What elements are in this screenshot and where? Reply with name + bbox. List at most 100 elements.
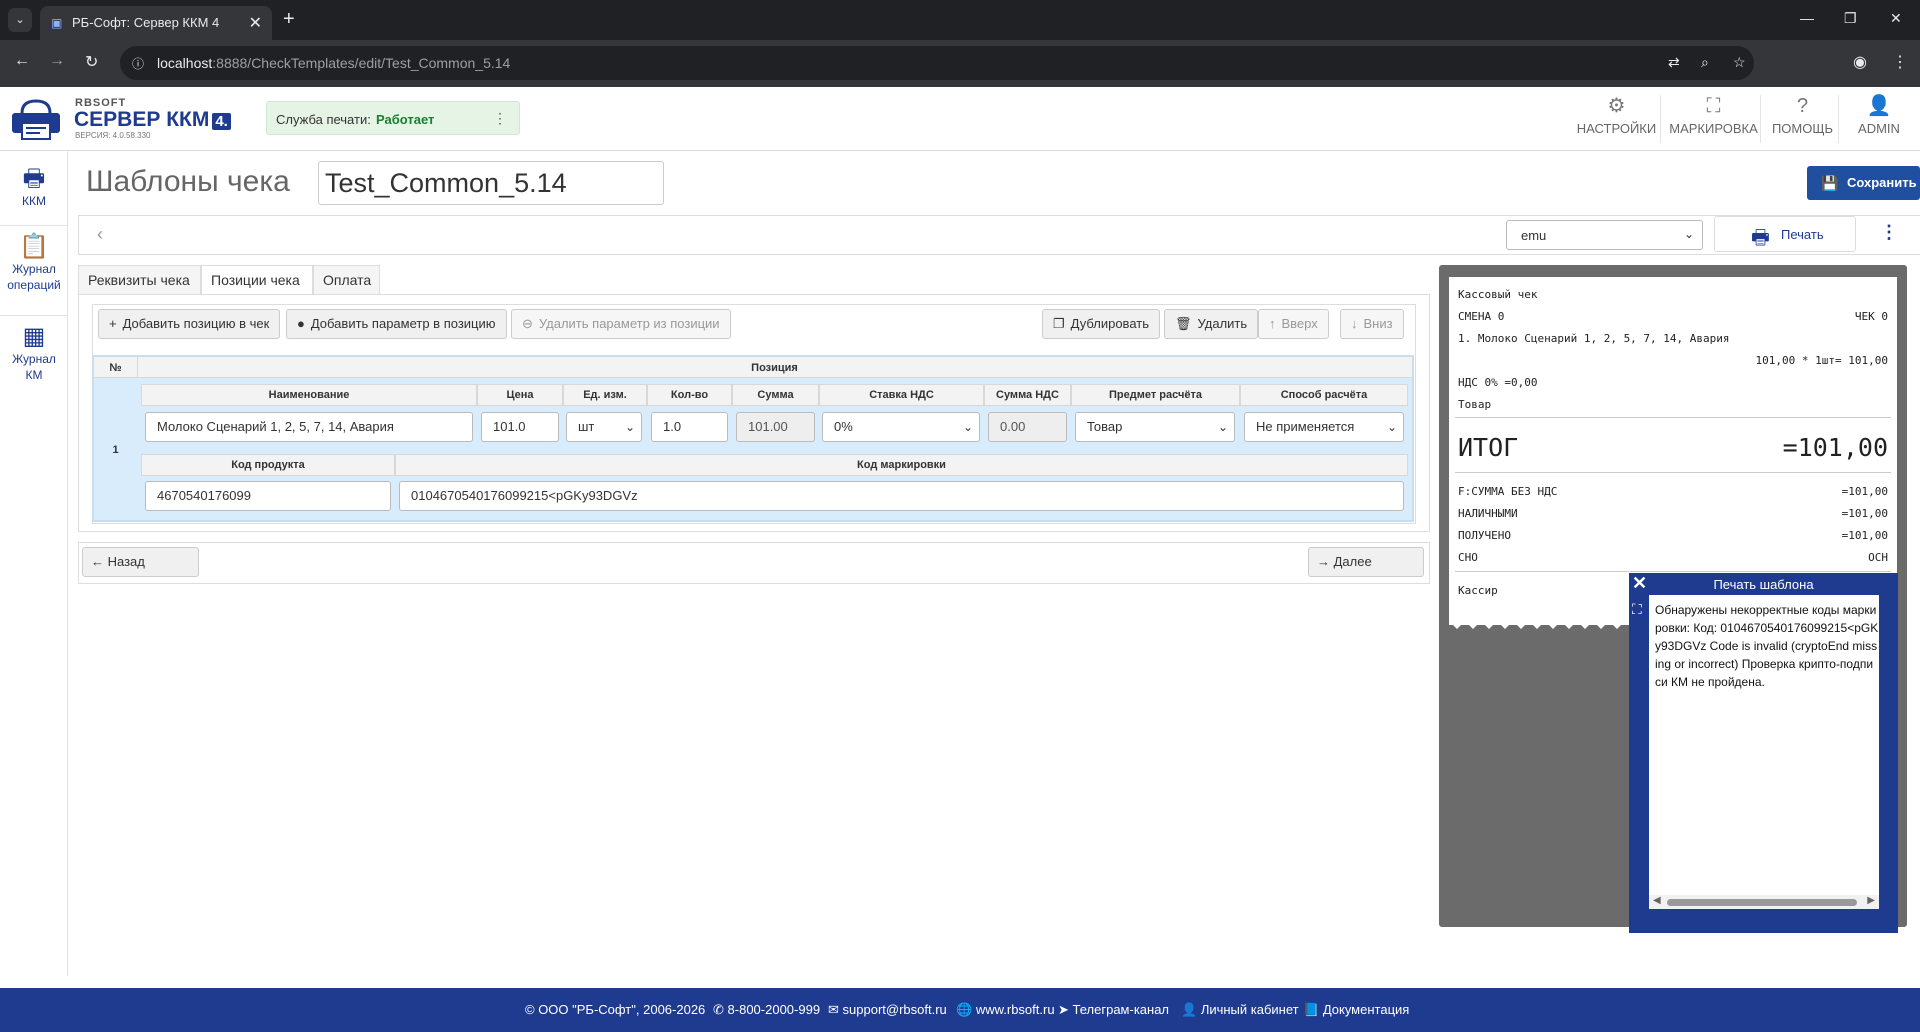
sum-field: 101.00 — [736, 412, 815, 442]
qr-code-icon: ▦ — [22, 323, 46, 350]
footer-copyright: © ООО "РБ-Софт", 2006-2026 — [525, 1002, 706, 1017]
receipt-total-value: =101,00 — [1782, 433, 1888, 462]
print-service-menu-icon[interactable]: ⋮ — [493, 110, 507, 127]
site-info-icon[interactable]: ⓘ — [132, 55, 144, 72]
receipt-item: 1. Молоко Сценарий 1, 2, 5, 7, 14, Авари… — [1458, 332, 1730, 345]
tab-close-icon[interactable]: ✕ — [249, 13, 262, 33]
back-button[interactable]: ← Назад — [82, 547, 199, 577]
tab-payment[interactable]: Оплата — [313, 265, 380, 294]
receipt-item-calc: 101,00 * 1шт= 101,00 — [1755, 354, 1888, 367]
new-tab-icon[interactable]: + — [283, 8, 295, 31]
col-header-sum: Сумма — [732, 384, 819, 406]
more-menu-icon[interactable]: ⋮ — [1880, 222, 1898, 243]
receipt-line-label: F:СУММА БЕЗ НДС — [1458, 485, 1558, 498]
qty-field[interactable]: 1.0 — [651, 412, 728, 442]
footer-docs[interactable]: 📘 Документация — [1303, 1002, 1409, 1018]
arrow-right-icon: → — [1317, 554, 1330, 569]
duplicate-button[interactable]: ❐ Дублировать — [1042, 309, 1160, 339]
footer-phone[interactable]: ✆ 8-800-2000-999 — [713, 1002, 820, 1018]
app-header: RBSOFT СЕРВЕР ККМ 4. ВЕРСИЯ: 4.0.58.330 С… — [0, 87, 1920, 151]
tab-positions[interactable]: Позиции чека — [201, 265, 313, 294]
help-icon: ? — [1796, 95, 1809, 117]
chevron-left-icon[interactable]: ‹ — [97, 224, 103, 245]
col-header-marking-code: Код маркировки — [395, 454, 1408, 476]
receipt-title: Кассовый чек — [1458, 288, 1538, 301]
restore-icon[interactable]: ❐ — [1844, 10, 1857, 27]
move-down-button[interactable]: ↓ Вниз — [1340, 309, 1404, 339]
nav-settings[interactable]: ⚙ НАСТРОЙКИ — [1573, 95, 1661, 143]
zoom-icon[interactable]: ⌕ — [1701, 54, 1709, 71]
col-header-subject: Предмет расчёта — [1071, 384, 1240, 406]
nav-marking[interactable]: ⛶ МАРКИРОВКА — [1667, 95, 1761, 143]
remove-param-button[interactable]: ⊖ Удалить параметр из позиции — [511, 309, 731, 339]
chevron-down-icon: ⌄ — [624, 420, 635, 434]
bookmark-star-icon[interactable]: ☆ — [1733, 54, 1746, 71]
col-header-product-code: Код продукта — [141, 454, 395, 476]
marking-code-field[interactable]: 0104670540176099215<pGKy93DGVz — [399, 481, 1404, 511]
browser-menu-icon[interactable]: ⋮ — [1892, 52, 1908, 72]
product-code-field[interactable]: 4670540176099 — [145, 481, 391, 511]
receipt-divider — [1455, 417, 1891, 418]
sidebar-divider — [0, 315, 68, 316]
browser-tab[interactable]: ▣ РБ-Софт: Сервер ККМ 4 ✕ — [40, 6, 272, 40]
name-field[interactable]: Молоко Сценарий 1, 2, 5, 7, 14, Авария — [145, 412, 473, 442]
sidebar: 🖶 ККМ 📋 Журнал операций ▦ Журнал КМ — [0, 151, 68, 976]
window-close-icon[interactable]: ✕ — [1890, 10, 1902, 27]
minus-circle-icon: ⊖ — [522, 316, 533, 331]
reload-icon[interactable]: ↻ — [85, 52, 98, 72]
horizontal-scrollbar[interactable]: ◀ ▶ — [1649, 895, 1879, 909]
template-name-input[interactable] — [318, 161, 664, 205]
translate-icon[interactable]: ⇄ — [1668, 54, 1680, 71]
chevron-down-icon: ⌄ — [962, 420, 973, 434]
chevron-down-icon: ⌄ — [1386, 420, 1397, 434]
vat-sum-field: 0.00 — [988, 412, 1067, 442]
add-param-button[interactable]: ● Добавить параметр в позицию — [286, 309, 507, 339]
back-arrow-icon[interactable]: ← — [14, 52, 30, 70]
receipt-line-value: =101,00 — [1841, 485, 1888, 498]
clipboard-icon: 📋 — [19, 233, 49, 260]
delete-button[interactable]: 🗑 Удалить — [1164, 309, 1259, 339]
receipt-cashier: Кассир — [1458, 584, 1498, 597]
brand-title: СЕРВЕР ККМ 4. — [74, 108, 231, 132]
url-bar[interactable]: ⓘ localhost:8888/CheckTemplates/edit/Tes… — [120, 46, 1754, 80]
add-position-button[interactable]: + Добавить позицию в чек — [98, 309, 281, 339]
sidebar-item-kkm[interactable]: 🖶 ККМ — [0, 165, 68, 209]
dialog-body: Обнаружены некорректные коды маркировки:… — [1649, 595, 1879, 909]
profile-icon[interactable]: ◉ — [1853, 52, 1867, 72]
scroll-right-icon[interactable]: ▶ — [1867, 895, 1875, 906]
subject-select[interactable]: Товар ⌄ — [1075, 412, 1235, 442]
footer-cabinet[interactable]: 👤 Личный кабинет — [1181, 1002, 1299, 1018]
save-button[interactable]: 💾 Сохранить — [1807, 166, 1920, 200]
price-field[interactable]: 101.0 — [481, 412, 559, 442]
vat-rate-select[interactable]: 0% ⌄ — [822, 412, 980, 442]
sidebar-item-journal[interactable]: 📋 Журнал операций — [0, 233, 68, 293]
nav-help[interactable]: ? ПОМОЩЬ — [1767, 95, 1839, 143]
unit-select[interactable]: шт ⌄ — [566, 412, 642, 442]
browser-tabbar: ⌄ ▣ РБ-Софт: Сервер ККМ 4 ✕ + — ❐ ✕ — [0, 0, 1920, 40]
telegram-icon: ➤ — [1058, 1002, 1069, 1017]
tab-search-icon[interactable]: ⌄ — [8, 8, 32, 32]
method-select[interactable]: Не применяется ⌄ — [1244, 412, 1404, 442]
print-button[interactable]: 🖶 Печать — [1714, 216, 1856, 252]
printer-select[interactable]: emu ⌄ — [1506, 220, 1703, 250]
sidebar-item-km-journal[interactable]: ▦ Журнал КМ — [0, 323, 68, 383]
arrow-down-icon: ↓ — [1351, 316, 1358, 331]
move-up-button[interactable]: ↑ Вверх — [1258, 309, 1329, 339]
footer-email[interactable]: ✉ support@rbsoft.ru — [828, 1002, 947, 1018]
grid-header-num: № — [109, 362, 122, 374]
receipt-line-label: СНО — [1458, 551, 1478, 564]
footer-site[interactable]: 🌐 www.rbsoft.ru — [956, 1002, 1055, 1018]
url-text[interactable]: localhost:8888/CheckTemplates/edit/Test_… — [157, 55, 510, 71]
scrollbar-thumb[interactable] — [1667, 899, 1857, 906]
nav-user[interactable]: 👤 ADMIN — [1844, 95, 1914, 143]
minimize-icon[interactable]: — — [1800, 10, 1814, 26]
receipt-line-value: ОСН — [1868, 551, 1888, 564]
tab-requisites[interactable]: Реквизиты чека — [78, 265, 201, 294]
footer-telegram[interactable]: ➤ Телеграм-канал — [1058, 1002, 1169, 1018]
forward-arrow-icon[interactable]: → — [49, 52, 65, 70]
fullscreen-icon[interactable]: ⛶ — [1632, 601, 1642, 618]
receipt-check: ЧЕК 0 — [1854, 310, 1888, 323]
scroll-left-icon[interactable]: ◀ — [1653, 895, 1661, 906]
next-button[interactable]: → Далее — [1308, 547, 1424, 577]
col-header-method: Способ расчёта — [1240, 384, 1408, 406]
